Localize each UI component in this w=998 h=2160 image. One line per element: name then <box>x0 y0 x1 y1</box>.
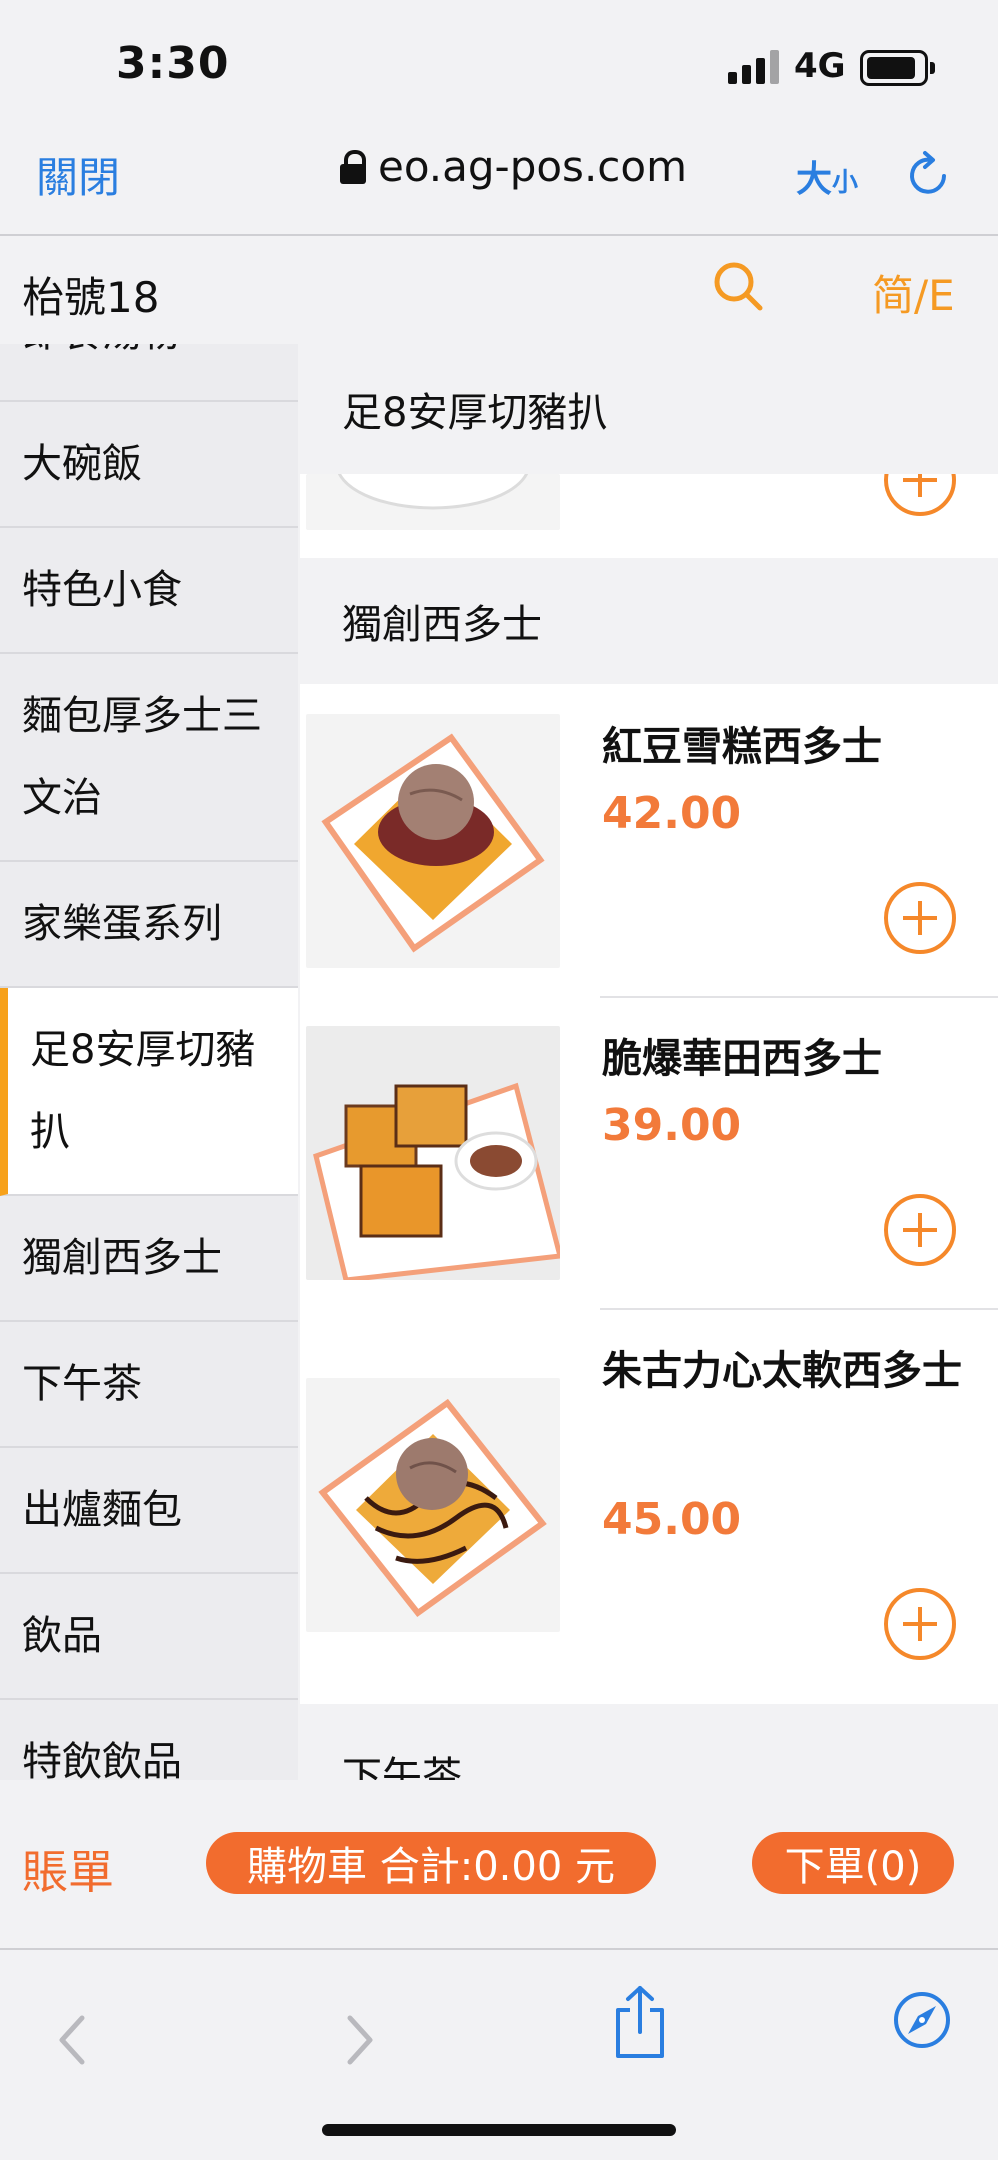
sidebar-item-label: 足8安厚切豬扒 <box>30 1027 256 1155</box>
order-bar: 賬單 購物車 合計:0.00 元 下單(0) <box>0 1780 998 1950</box>
product-price: 39.00 <box>602 1100 742 1151</box>
sidebar-item-label: 大碗飯 <box>22 441 142 487</box>
sidebar-item-label: 出爐麵包 <box>22 1487 182 1533</box>
close-button[interactable]: 關閉 <box>36 144 120 205</box>
text-size-big: 大 <box>796 159 833 200</box>
add-to-cart-button[interactable] <box>884 882 956 954</box>
home-indicator <box>322 2124 676 2136</box>
sidebar-item-label: 特飲飲品 <box>22 1739 182 1780</box>
product-image[interactable] <box>306 714 560 968</box>
sidebar-item-rice[interactable]: 大碗飯 <box>0 402 298 528</box>
forward-icon[interactable] <box>340 2010 380 2074</box>
share-icon[interactable] <box>612 1984 668 2064</box>
sidebar-item-partial[interactable]: 即食湯粉 <box>0 344 298 402</box>
place-order-button[interactable]: 下單(0) <box>752 1832 954 1894</box>
sidebar-item-label: 家樂蛋系列 <box>22 901 222 947</box>
sidebar-item-french-toast[interactable]: 獨創西多士 <box>0 1196 298 1322</box>
section-title: 下午茶 <box>342 1754 462 1780</box>
language-toggle[interactable]: 简/E <box>872 262 955 323</box>
product-image-partial <box>306 474 560 530</box>
cart-button[interactable]: 購物車 合計:0.00 元 <box>206 1832 656 1894</box>
sidebar-item-drinks[interactable]: 飲品 <box>0 1574 298 1700</box>
sidebar-item-snacks[interactable]: 特色小食 <box>0 528 298 654</box>
url-text: eo.ag-pos.com <box>378 142 687 191</box>
address-bar[interactable]: eo.ag-pos.com <box>340 142 687 191</box>
signal-icon <box>728 50 782 84</box>
compass-icon[interactable] <box>892 1990 952 2054</box>
text-size-small: 小 <box>832 168 859 198</box>
status-bar: 3:30 4G <box>0 0 998 130</box>
status-time: 3:30 <box>116 38 230 89</box>
sidebar-item-label: 下午茶 <box>22 1361 142 1407</box>
back-icon[interactable] <box>52 2010 92 2074</box>
sidebar-item-label: 飲品 <box>22 1613 102 1659</box>
section-title: 足8安厚切豬扒 <box>342 390 608 436</box>
search-icon[interactable] <box>710 258 766 318</box>
sticky-section-header: 足8安厚切豬扒 <box>300 344 998 474</box>
product-price: 42.00 <box>602 788 742 839</box>
sidebar-item-bread[interactable]: 出爐麵包 <box>0 1448 298 1574</box>
product-name: 脆爆華田西多士 <box>602 1036 882 1082</box>
sidebar-item-label: 特色小食 <box>22 567 182 613</box>
sidebar-item-label: 即食湯粉 <box>22 344 182 374</box>
product-name: 紅豆雪糕西多士 <box>602 724 882 770</box>
sidebar-item-afternoon-tea[interactable]: 下午茶 <box>0 1322 298 1448</box>
text-size-button[interactable]: 大小 <box>796 150 858 202</box>
sidebar-item-pork-chop[interactable]: 足8安厚切豬扒 <box>0 988 298 1196</box>
product-image[interactable] <box>306 1378 560 1632</box>
product-price: 45.00 <box>602 1494 742 1545</box>
divider <box>600 996 998 998</box>
network-type: 4G <box>794 46 846 86</box>
sidebar-item-label: 麵包厚多士三文治 <box>22 693 262 821</box>
section-title: 獨創西多士 <box>342 602 542 648</box>
app-header: 枱號18 简/E <box>0 236 998 344</box>
sidebar-item-egg[interactable]: 家樂蛋系列 <box>0 862 298 988</box>
sidebar-item-special-drinks[interactable]: 特飲飲品 <box>0 1700 298 1780</box>
cart-label: 購物車 合計:0.00 元 <box>247 1844 615 1890</box>
browser-top-bar: 關閉 eo.ag-pos.com 大小 <box>0 130 998 236</box>
lock-icon <box>340 149 366 184</box>
place-order-label: 下單(0) <box>784 1844 922 1890</box>
sidebar-item-toast-sandwich[interactable]: 麵包厚多士三文治 <box>0 654 298 862</box>
add-to-cart-button[interactable] <box>884 1194 956 1266</box>
section-header: 獨創西多士 <box>300 558 998 684</box>
sidebar-item-label: 獨創西多士 <box>22 1235 222 1281</box>
product-name: 朱古力心太軟西多士 <box>602 1348 962 1394</box>
divider <box>600 1308 998 1310</box>
add-to-cart-button[interactable] <box>884 1588 956 1660</box>
reload-icon[interactable] <box>904 150 954 204</box>
category-sidebar: 即食湯粉 大碗飯 特色小食 麵包厚多士三文治 家樂蛋系列 足8安厚切豬扒 獨創西… <box>0 344 298 1780</box>
product-image[interactable] <box>306 1026 560 1280</box>
table-number: 枱號18 <box>22 273 160 322</box>
battery-icon <box>860 50 935 86</box>
menu-content: 足8安厚切豬扒 獨創西多士 紅豆雪糕西多士 42.00 脆爆華田西多士 39.0… <box>300 344 998 1780</box>
section-header: 下午茶 <box>300 1704 998 1780</box>
bill-button[interactable]: 賬單 <box>22 1836 114 1902</box>
